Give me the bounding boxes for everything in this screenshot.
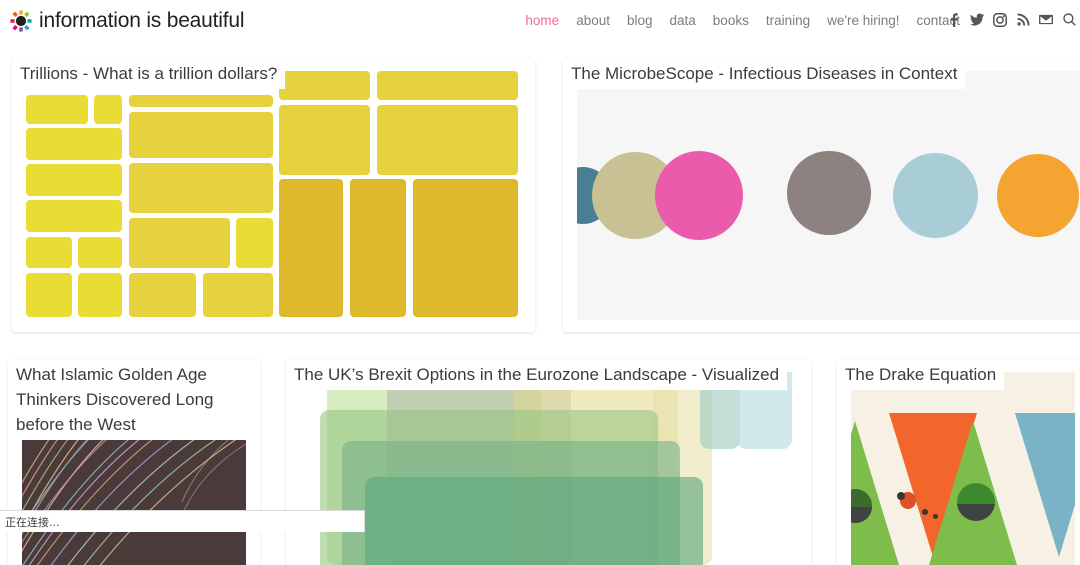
treemap-cell (78, 237, 123, 268)
brexit-rect (365, 477, 703, 565)
nav-item-blog[interactable]: blog (627, 13, 653, 28)
browser-status-bar: 正在连接... (0, 510, 365, 532)
treemap-cell (350, 179, 406, 317)
treemap-cell (129, 273, 196, 317)
overlapping-rects-chart (300, 372, 797, 565)
planet-marker (957, 483, 995, 521)
treemap-cell (129, 218, 230, 269)
bubble (893, 153, 978, 239)
card-trillions-thumb (26, 71, 521, 320)
bubble (997, 154, 1079, 237)
card-microbescope[interactable]: The MicrobeScope - Infectious Diseases i… (563, 59, 1080, 332)
card-islamic-golden-age[interactable]: What Islamic Golden Age Thinkers Discove… (8, 360, 260, 565)
card-drake-equation[interactable]: The Drake Equation (837, 360, 1080, 565)
treemap-cell (26, 95, 88, 123)
nav-item-books[interactable]: books (713, 13, 749, 28)
brand-logo-link[interactable]: information is beautiful (10, 9, 244, 33)
treemap-cell (279, 179, 343, 317)
card-brexit-title: The UK’s Brexit Options in the Eurozone … (286, 360, 787, 390)
facebook-icon[interactable] (947, 12, 961, 27)
nav-item-about[interactable]: about (576, 13, 610, 28)
treemap-cell (129, 95, 273, 107)
brand-name: information is beautiful (39, 9, 244, 33)
treemap-cell (26, 128, 122, 159)
sunburst-flower-logo-icon (10, 10, 32, 32)
treemap-cell (279, 71, 370, 100)
search-icon[interactable] (1062, 12, 1076, 27)
rss-icon[interactable] (1016, 12, 1030, 27)
treemap-cell (26, 273, 72, 317)
card-microbescope-thumb (577, 71, 1080, 320)
social-bar (947, 12, 1076, 27)
treemap-cell (78, 273, 123, 317)
nav-item-training[interactable]: training (766, 13, 810, 28)
treemap-cell (26, 164, 122, 195)
triangles-chart (851, 372, 1075, 565)
treemap-cell (129, 112, 273, 158)
email-icon[interactable] (1039, 12, 1053, 27)
card-islamic-golden-age-title: What Islamic Golden Age Thinkers Discove… (8, 360, 258, 440)
planet-shadow (851, 507, 872, 522)
nav-item-home[interactable]: home (525, 13, 559, 28)
main-nav: home about blog data books training we'r… (525, 13, 960, 28)
treemap-cell (279, 105, 370, 174)
bubble (655, 151, 743, 240)
treemap-cell (26, 200, 122, 231)
treemap-cell (26, 237, 72, 268)
nav-item-hiring[interactable]: we're hiring! (827, 13, 899, 28)
treemap-cell (236, 218, 273, 269)
treemap-cell (377, 71, 518, 100)
card-trillions-title: Trillions - What is a trillion dollars? (12, 59, 285, 89)
planet-shadow (957, 504, 995, 522)
instagram-icon[interactable] (993, 12, 1007, 27)
card-microbescope-title: The MicrobeScope - Infectious Diseases i… (563, 59, 965, 89)
card-brexit-thumb (300, 372, 797, 565)
triangle (1015, 413, 1075, 557)
treemap-chart (26, 71, 521, 320)
card-drake-equation-title: The Drake Equation (837, 360, 1004, 390)
status-bar-text: 正在连接... (5, 514, 60, 530)
twitter-icon[interactable] (970, 12, 984, 27)
bubble (787, 151, 871, 236)
treemap-cell (94, 95, 122, 123)
bubble-chart (577, 71, 1080, 320)
treemap-cell (203, 273, 273, 317)
nav-item-data[interactable]: data (670, 13, 696, 28)
treemap-cell (129, 163, 273, 214)
card-drake-equation-thumb (851, 372, 1075, 565)
treemap-cell (413, 179, 518, 317)
site-header: information is beautiful home about blog… (0, 0, 1080, 42)
card-trillions[interactable]: Trillions - What is a trillion dollars? (12, 59, 535, 332)
card-brexit[interactable]: The UK’s Brexit Options in the Eurozone … (286, 360, 811, 565)
dot-marker (922, 509, 928, 515)
treemap-cell (377, 105, 518, 174)
